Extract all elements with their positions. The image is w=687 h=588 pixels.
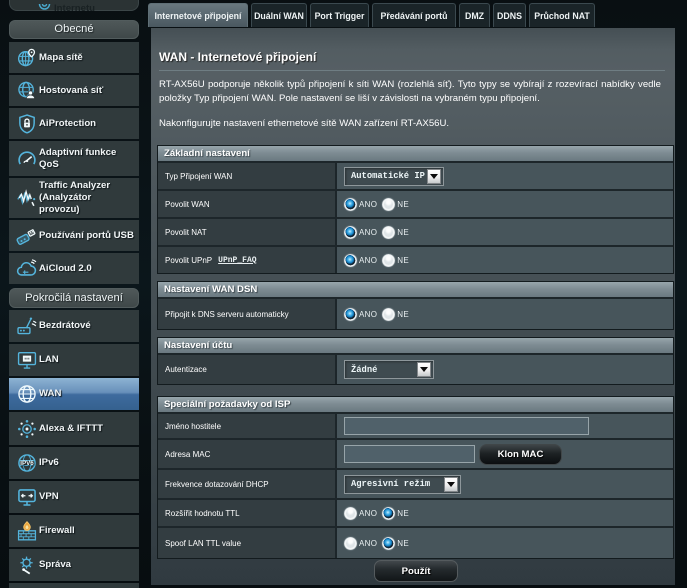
svg-text:IPV6: IPV6 — [20, 460, 34, 467]
